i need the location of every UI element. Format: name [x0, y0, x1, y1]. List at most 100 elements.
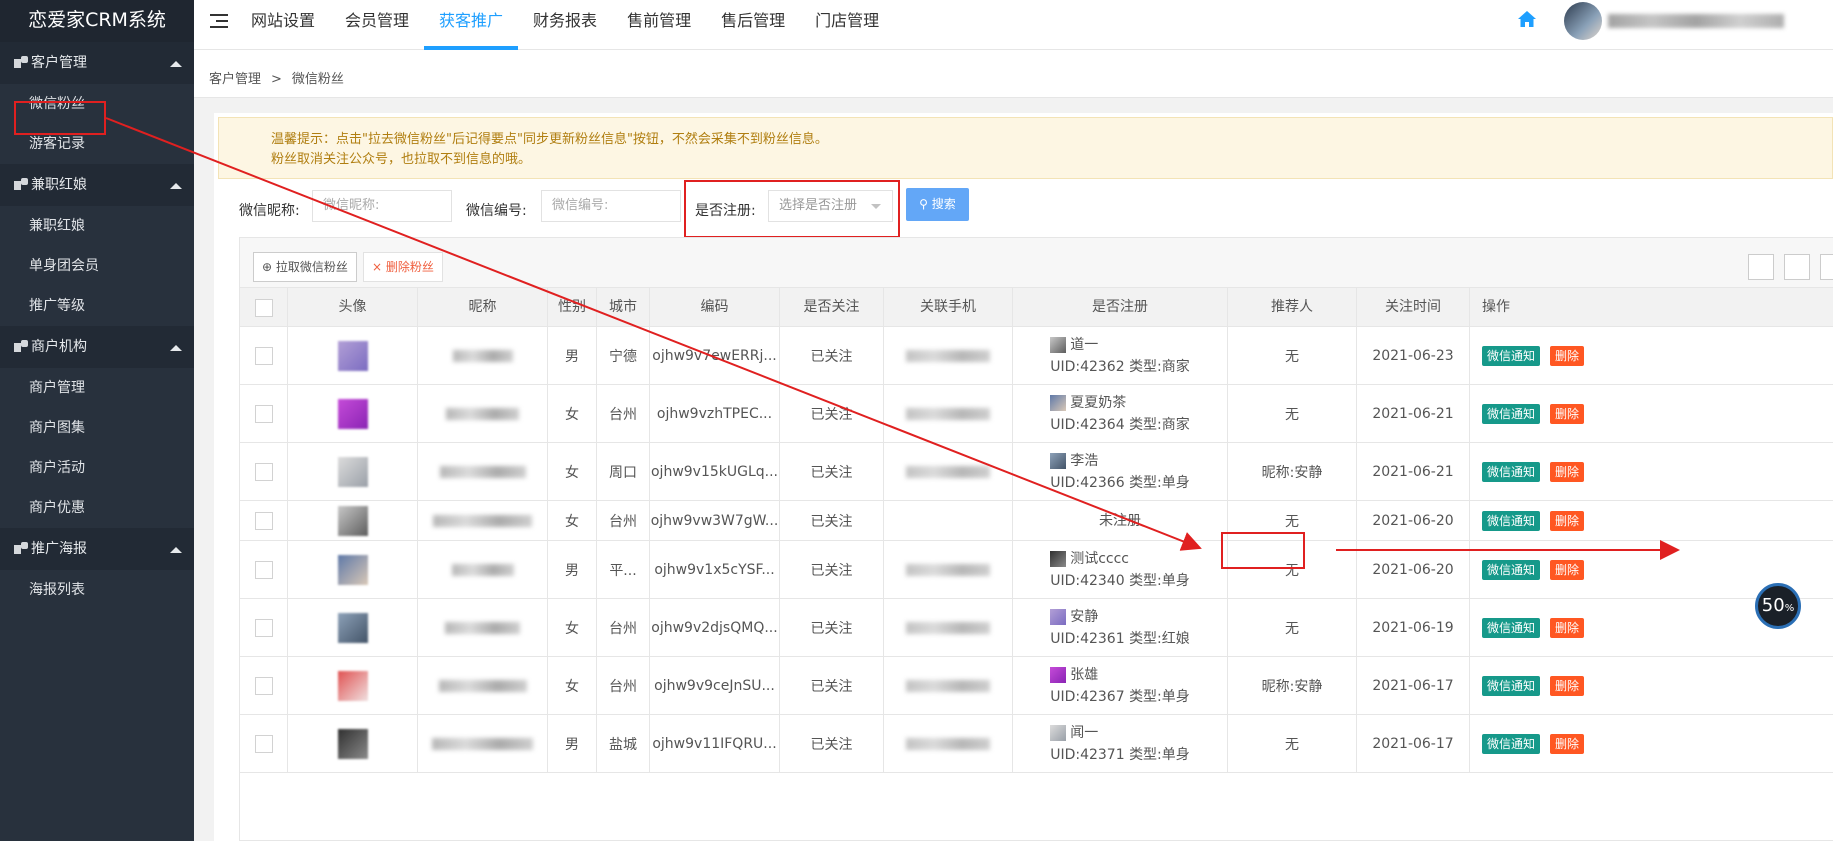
nickname-cell	[418, 657, 548, 714]
delete-button[interactable]: 删除	[1550, 510, 1585, 531]
delete-fans-button[interactable]: × 删除粉丝	[363, 252, 443, 282]
follow-time-cell: 2021-06-21	[1357, 385, 1470, 442]
app-title: 恋爱家CRM系统	[0, 0, 194, 42]
annotation-box-sidebar	[14, 101, 106, 135]
row-checkbox-cell	[240, 501, 288, 540]
follow-cell: 已关注	[780, 657, 884, 714]
sidebar-item-poster-list[interactable]: 海报列表	[0, 570, 194, 610]
registered-user-name: 安静	[1070, 608, 1099, 625]
table-row: 男盐城 ojhw9v11IFQRU... 已关注 闻一 UID:42371 类型:单身 无…	[240, 715, 1833, 773]
wechat-notify-button[interactable]: 微信通知	[1482, 559, 1541, 580]
wechat-notify-button[interactable]: 微信通知	[1482, 617, 1541, 638]
nav-store-manage[interactable]: 门店管理	[800, 0, 894, 50]
delete-button[interactable]: 删除	[1550, 461, 1585, 482]
actions-cell: 微信通知 删除	[1470, 501, 1833, 540]
user-avatar[interactable]	[1564, 2, 1602, 40]
sidebar-group-parttime[interactable]: 兼职红娘	[0, 164, 194, 206]
code-input[interactable]: 微信编号:	[541, 190, 681, 222]
nav-finance[interactable]: 财务报表	[518, 0, 612, 50]
wechat-notify-button[interactable]: 微信通知	[1482, 675, 1541, 696]
nav-aftersales[interactable]: 售后管理	[706, 0, 800, 50]
cpu-value: 50	[1761, 595, 1785, 616]
nickname-blurred	[452, 349, 513, 362]
breadcrumb-sep: >	[271, 72, 282, 87]
delete-button[interactable]: 删除	[1550, 733, 1585, 754]
sidebar-item-promo-levels[interactable]: 推广等级	[0, 286, 194, 326]
city-cell: 周口	[597, 443, 650, 500]
wechat-notify-button[interactable]: 微信通知	[1482, 345, 1541, 366]
row-checkbox[interactable]	[254, 511, 273, 530]
row-checkbox[interactable]	[254, 462, 273, 481]
sidebar-item-merchant-events[interactable]: 商户活动	[0, 448, 194, 488]
gender-cell: 女	[548, 501, 597, 540]
registered-cell: 李浩 UID:42366 类型:单身	[1013, 443, 1228, 500]
breadcrumb-root[interactable]: 客户管理	[209, 72, 261, 87]
nav-website-settings[interactable]: 网站设置	[236, 0, 330, 50]
registered-cell: 未注册	[1013, 501, 1228, 540]
row-checkbox[interactable]	[254, 404, 273, 423]
sidebar-group-posters[interactable]: 推广海报	[0, 528, 194, 570]
select-all-checkbox-cell	[240, 288, 288, 327]
delete-button[interactable]: 删除	[1550, 559, 1585, 580]
wechat-notify-button[interactable]: 微信通知	[1482, 403, 1541, 424]
referrer-cell: 昵称:安静	[1228, 443, 1357, 500]
annotation-box	[684, 180, 900, 238]
table-row: 女台州 ojhw9v2djsQMQ... 已关注 安静 UID:42361 类型:红娘 无…	[240, 599, 1833, 657]
registered-user-avatar	[1050, 608, 1067, 625]
actions-cell: 微信通知 删除	[1470, 385, 1833, 442]
sidebar-item-singles-members[interactable]: 单身团会员	[0, 246, 194, 286]
nickname-input[interactable]: 微信昵称:	[312, 190, 452, 222]
pull-fans-button[interactable]: ⊕ 拉取微信粉丝	[253, 252, 357, 282]
sidebar-item-merchant-gallery[interactable]: 商户图集	[0, 408, 194, 448]
export-icon[interactable]	[1784, 254, 1810, 280]
sidebar-item-merchant-manage[interactable]: 商户管理	[0, 368, 194, 408]
row-checkbox[interactable]	[254, 734, 273, 753]
wechat-notify-button[interactable]: 微信通知	[1482, 461, 1541, 482]
nickname-cell	[418, 327, 548, 384]
row-checkbox-cell	[240, 657, 288, 714]
referrer-cell: 无	[1228, 327, 1357, 384]
registered-user-info: UID:42367 类型:单身	[1050, 688, 1190, 705]
phone-blurred	[906, 349, 990, 362]
sidebar-group-customer[interactable]: 客户管理	[0, 42, 194, 84]
columns-icon[interactable]	[1748, 254, 1774, 280]
print-icon[interactable]	[1820, 254, 1833, 280]
follow-time-cell: 2021-06-20	[1357, 501, 1470, 540]
delete-button[interactable]: 删除	[1550, 345, 1585, 366]
menu-toggle-icon[interactable]	[210, 14, 228, 30]
select-all-checkbox[interactable]	[254, 298, 273, 317]
nickname-blurred	[439, 465, 526, 478]
nav-acquisition[interactable]: 获客推广	[424, 0, 519, 50]
row-checkbox[interactable]	[254, 346, 273, 365]
follow-cell: 已关注	[780, 541, 884, 598]
search-button[interactable]: ⚲ 搜索	[906, 188, 969, 221]
row-checkbox[interactable]	[254, 618, 273, 637]
wechat-notify-button[interactable]: 微信通知	[1482, 510, 1541, 531]
app-root: { "app": {"title": "恋爱家CRM系统"}, "sidebar…	[0, 0, 1833, 841]
user-name-blurred[interactable]	[1608, 14, 1784, 28]
row-checkbox[interactable]	[254, 560, 273, 579]
nav-member-manage[interactable]: 会员管理	[330, 0, 424, 50]
phone-blurred	[906, 407, 990, 420]
code-label: 微信编号:	[466, 203, 527, 219]
delete-button[interactable]: 删除	[1550, 403, 1585, 424]
sidebar-group-merchant[interactable]: 商户机构	[0, 326, 194, 368]
chevron-up-icon	[170, 183, 182, 189]
cpu-unit: %	[1784, 603, 1795, 614]
home-icon[interactable]	[1518, 11, 1536, 27]
registered-user-info: UID:42364 类型:商家	[1050, 416, 1190, 433]
nav-presales[interactable]: 售前管理	[612, 0, 706, 50]
delete-button[interactable]: 删除	[1550, 675, 1585, 696]
sidebar-item-parttime-matchmaker[interactable]: 兼职红娘	[0, 206, 194, 246]
wechat-notify-button[interactable]: 微信通知	[1482, 733, 1541, 754]
row-checkbox-cell	[240, 385, 288, 442]
follow-cell: 已关注	[780, 501, 884, 540]
follow-time-cell: 2021-06-17	[1357, 715, 1470, 772]
delete-button[interactable]: 删除	[1550, 617, 1585, 638]
close-icon: ×	[372, 260, 383, 274]
phone-blurred	[906, 679, 990, 692]
sidebar-item-merchant-offers[interactable]: 商户优惠	[0, 488, 194, 528]
nickname-cell	[418, 541, 548, 598]
nickname-label: 微信昵称:	[239, 203, 300, 219]
row-checkbox[interactable]	[254, 676, 273, 695]
